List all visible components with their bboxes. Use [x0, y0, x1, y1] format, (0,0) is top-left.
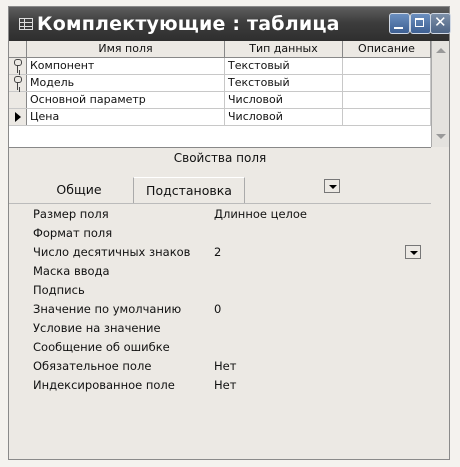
field-name-cell[interactable]: Компонент [27, 58, 225, 74]
property-row[interactable]: Сообщение об ошибке [9, 338, 449, 356]
property-row[interactable]: Обязательное поле Нет [9, 357, 449, 375]
property-row[interactable]: Число десятичных знаков 2 [9, 243, 449, 261]
grid-header: Имя поля Тип данных Описание [9, 41, 431, 58]
property-row[interactable]: Подпись [9, 281, 449, 299]
property-label: Обязательное поле [33, 359, 152, 373]
property-label: Размер поля [33, 207, 109, 221]
column-header-field-name: Имя поля [27, 41, 225, 57]
decimal-places-dropdown-button[interactable] [405, 245, 421, 259]
key-icon [14, 59, 22, 73]
tab-general[interactable]: Общие [43, 177, 115, 203]
field-name-cell[interactable]: Основной параметр [27, 92, 225, 108]
property-label: Подпись [33, 283, 85, 297]
table-design-window: Комплектующие : таблица ✕ Имя поля Тип д… [8, 6, 451, 460]
row-selector[interactable] [9, 92, 27, 108]
description-cell[interactable] [343, 109, 431, 125]
property-value[interactable]: 2 [214, 245, 221, 259]
property-row[interactable]: Размер поля Длинное целое [9, 205, 449, 223]
property-value[interactable]: 0 [214, 302, 221, 316]
current-row-arrow-icon [15, 112, 21, 122]
data-type-cell[interactable]: Текстовый [225, 75, 343, 91]
field-name-cell[interactable]: Цена [27, 109, 225, 125]
property-label: Сообщение об ошибке [33, 340, 170, 354]
property-value[interactable]: Нет [214, 359, 236, 373]
tab-lookup[interactable]: Подстановка [133, 177, 245, 204]
tab-divider [9, 203, 431, 204]
property-row[interactable]: Условие на значение [9, 319, 449, 337]
data-type-cell[interactable]: Числовой [225, 109, 343, 125]
table-row[interactable]: Модель Текстовый [9, 75, 431, 92]
property-row[interactable]: Маска ввода [9, 262, 449, 280]
property-label: Формат поля [33, 226, 113, 240]
column-header-description: Описание [343, 41, 431, 57]
window-title: Комплектующие : таблица [37, 13, 340, 35]
data-type-dropdown-button[interactable] [324, 179, 340, 193]
scroll-down-icon[interactable] [436, 134, 446, 139]
field-grid: Имя поля Тип данных Описание Компонент Т… [9, 41, 431, 193]
close-button[interactable]: ✕ [430, 13, 451, 34]
close-icon: ✕ [434, 13, 447, 31]
data-type-cell[interactable]: Числовой [225, 92, 343, 108]
property-row[interactable]: Индексированное поле Нет [9, 376, 449, 394]
row-selector[interactable] [9, 109, 27, 125]
property-value[interactable]: Длинное целое [214, 207, 307, 221]
maximize-button[interactable] [410, 13, 431, 34]
grid-scrollbar[interactable] [431, 41, 449, 147]
description-cell[interactable] [343, 75, 431, 91]
property-value[interactable]: Нет [214, 378, 236, 392]
description-cell[interactable] [343, 58, 431, 74]
row-selector[interactable] [9, 58, 27, 74]
key-icon [14, 76, 22, 90]
column-header-data-type: Тип данных [225, 41, 343, 57]
table-row-current[interactable]: Цена Числовой [9, 109, 431, 193]
table-icon [19, 18, 33, 30]
field-properties-title: Свойства поля [173, 151, 267, 165]
data-type-cell[interactable]: Текстовый [225, 58, 343, 74]
property-label: Число десятичных знаков [33, 245, 191, 259]
property-label: Индексированное поле [33, 378, 175, 392]
field-name-cell[interactable]: Модель [27, 75, 225, 91]
row-selector-header [9, 41, 27, 57]
table-row[interactable]: Компонент Текстовый [9, 58, 431, 75]
table-row[interactable]: Основной параметр Числовой [9, 92, 431, 109]
scroll-up-icon[interactable] [436, 48, 446, 53]
row-selector[interactable] [9, 75, 27, 91]
property-row[interactable]: Значение по умолчанию 0 [9, 300, 449, 318]
property-label: Значение по умолчанию [33, 302, 182, 316]
minimize-button[interactable] [389, 13, 410, 34]
property-label: Условие на значение [33, 321, 161, 335]
description-cell[interactable] [343, 92, 431, 108]
property-row[interactable]: Формат поля [9, 224, 449, 242]
title-bar[interactable]: Комплектующие : таблица ✕ [9, 7, 451, 41]
property-label: Маска ввода [33, 264, 110, 278]
